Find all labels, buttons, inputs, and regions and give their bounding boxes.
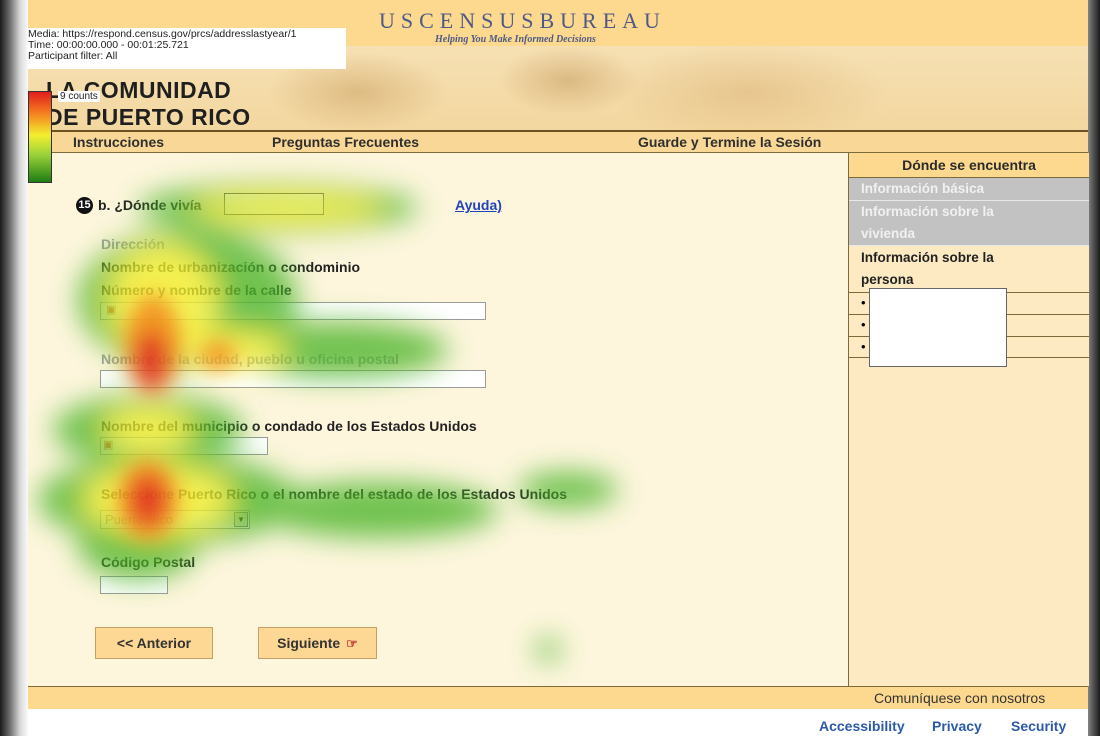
municipio-input[interactable] — [100, 437, 268, 455]
bullet: • — [861, 295, 866, 310]
browser-frame: USCENSUSBUREAU Helping You Make Informed… — [28, 0, 1089, 736]
sidebar-title: Dónde se encuentra — [849, 153, 1089, 178]
top-navigation: Instrucciones Preguntas Frecuentes Guard… — [28, 132, 1088, 153]
nav-preguntas-frecuentes[interactable]: Preguntas Frecuentes — [272, 134, 419, 150]
codigo-postal-label: Código Postal — [101, 554, 196, 570]
legend-count-label: 9 counts — [58, 91, 100, 102]
direccion-label: Dirección — [101, 236, 165, 252]
redaction-box — [224, 193, 324, 215]
siguiente-button-label: Siguiente — [277, 635, 341, 651]
estado-select-value: Puerto Rico — [105, 512, 173, 527]
nav-guarde-termine[interactable]: Guarde y Termine la Sesión — [638, 134, 821, 150]
mouse-click-icon: ▣ — [106, 304, 117, 316]
sidebar-item-info-basica[interactable]: Información básica — [849, 178, 1089, 201]
question-text: b. ¿Dónde vivía — [98, 197, 202, 213]
sidebar-item-label: Información básica — [861, 181, 985, 196]
anterior-button-label: << Anterior — [116, 635, 192, 651]
hand-pointer-icon: ☞ — [346, 636, 358, 651]
sidebar-item-info-persona[interactable]: Información sobre la persona — [849, 247, 1089, 291]
banner-title-line2: DE PUERTO RICO — [46, 104, 251, 130]
bullet: • — [861, 339, 866, 354]
recording-info: Media: https://respond.census.gov/prcs/a… — [28, 28, 346, 69]
nav-instrucciones[interactable]: Instrucciones — [73, 134, 164, 150]
census-logo-tagline: Helping You Make Informed Decisions — [435, 34, 596, 45]
redaction-box — [869, 288, 1007, 367]
heatmap-legend-scale — [28, 91, 52, 183]
contact-link[interactable]: Comuníquese con nosotros — [874, 690, 1045, 706]
census-survey-page: USCENSUSBUREAU Helping You Make Informed… — [28, 0, 1089, 736]
privacy-link[interactable]: Privacy — [932, 718, 982, 734]
municipio-label: Nombre del municipio o condado de los Es… — [101, 418, 477, 434]
calle-label: Número y nombre de la calle — [101, 282, 292, 298]
codigo-postal-input[interactable] — [100, 576, 168, 594]
accessibility-link[interactable]: Accessibility — [819, 718, 905, 734]
mouse-click-icon: ▣ — [103, 439, 114, 451]
calle-input[interactable] — [100, 302, 486, 320]
sidebar-item-label: vivienda — [861, 226, 916, 241]
ciudad-label: Nombre de la ciudad, pueblo u oficina po… — [101, 351, 399, 367]
estado-label: Seleccione Puerto Rico o el nombre del e… — [101, 486, 567, 502]
bullet: • — [861, 317, 866, 332]
anterior-button[interactable]: << Anterior — [95, 627, 213, 659]
sidebar-item-label: Información sobre la — [861, 204, 994, 219]
banner-title: LA COMUNIDAD DE PUERTO RICO — [46, 77, 251, 131]
urbanizacion-label: Nombre de urbanización o condominio — [101, 259, 361, 275]
census-logo-title[interactable]: USCENSUSBUREAU — [379, 8, 666, 34]
sidebar-item-info-vivienda[interactable]: Información sobre la vivienda — [849, 201, 1089, 246]
question-number-badge: 15 — [76, 197, 93, 214]
ciudad-input[interactable] — [100, 370, 486, 388]
participant-filter: Participant filter: All — [28, 50, 118, 62]
dropdown-arrow-icon[interactable]: ▼ — [234, 512, 248, 527]
help-link[interactable]: Ayuda) — [455, 197, 502, 213]
progress-sidebar: Dónde se encuentra Información básica In… — [848, 153, 1089, 686]
sidebar-item-label: Información sobre la — [861, 250, 994, 265]
security-link[interactable]: Security — [1011, 718, 1066, 734]
siguiente-button[interactable]: Siguiente ☞ — [258, 627, 377, 659]
estado-select[interactable]: Puerto Rico ▼ — [100, 510, 250, 529]
